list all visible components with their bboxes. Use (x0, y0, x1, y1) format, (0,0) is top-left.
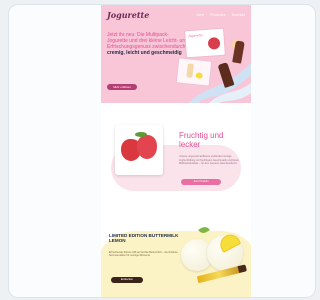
website-preview[interactable]: Jogurette Idee Produkte Kontakt Jetzt ih… (101, 5, 251, 297)
hero-text-bold: cremig, leicht und geschmeidig (107, 50, 182, 56)
nav-item-idee[interactable]: Idee (196, 13, 204, 17)
product-pack-lemon (175, 57, 213, 87)
nav-item-kontakt[interactable]: Kontakt (232, 13, 245, 17)
hero-section: Jogurette Idee Produkte Kontakt Jetzt ih… (101, 5, 251, 103)
lemon-cta-button[interactable]: Entdecken (111, 277, 143, 283)
lemon-section: LIMITED EDITION BUTTERMILK LEMON Erfrisc… (101, 221, 251, 297)
section-title: LIMITED EDITION BUTTERMILK LEMON (109, 233, 179, 244)
strawberry-section: Fruchtig und lecker Unsere Jogurette Erd… (101, 103, 251, 221)
section-body-text: Erfrischende Zitrone trifft auf leichte … (109, 251, 178, 258)
hero-cta-button[interactable]: Mehr erfahren (107, 84, 137, 90)
hero-text-pink: Jetzt ihr neu: Die Multipack-Jogurette u… (107, 32, 188, 50)
lemon-image (195, 72, 203, 79)
brand-logo[interactable]: Jogurette (107, 10, 149, 20)
hero-headline: Jetzt ihr neu: Die Multipack-Jogurette u… (107, 32, 189, 56)
section-title: Fruchtig und lecker (179, 131, 224, 149)
nav-item-produkte[interactable]: Produkte (210, 13, 226, 17)
bar-image (186, 63, 194, 78)
strawberry-image (207, 36, 221, 50)
pack-brand-label: Jogurette (188, 33, 203, 39)
preview-card[interactable]: Jogurette Idee Produkte Kontakt Jetzt ih… (8, 4, 316, 298)
leaf-icon (135, 132, 147, 137)
product-pack-strawberry: Jogurette (184, 27, 226, 59)
strawberry-icon-2 (137, 135, 157, 159)
top-nav: Idee Produkte Kontakt (196, 13, 245, 17)
strawberry-photo (115, 125, 163, 175)
strawberry-cta-button[interactable]: Zum Produkt (181, 179, 221, 185)
section-body-text: Unsere Jogurette Erdbeere verbindet crem… (179, 155, 239, 166)
